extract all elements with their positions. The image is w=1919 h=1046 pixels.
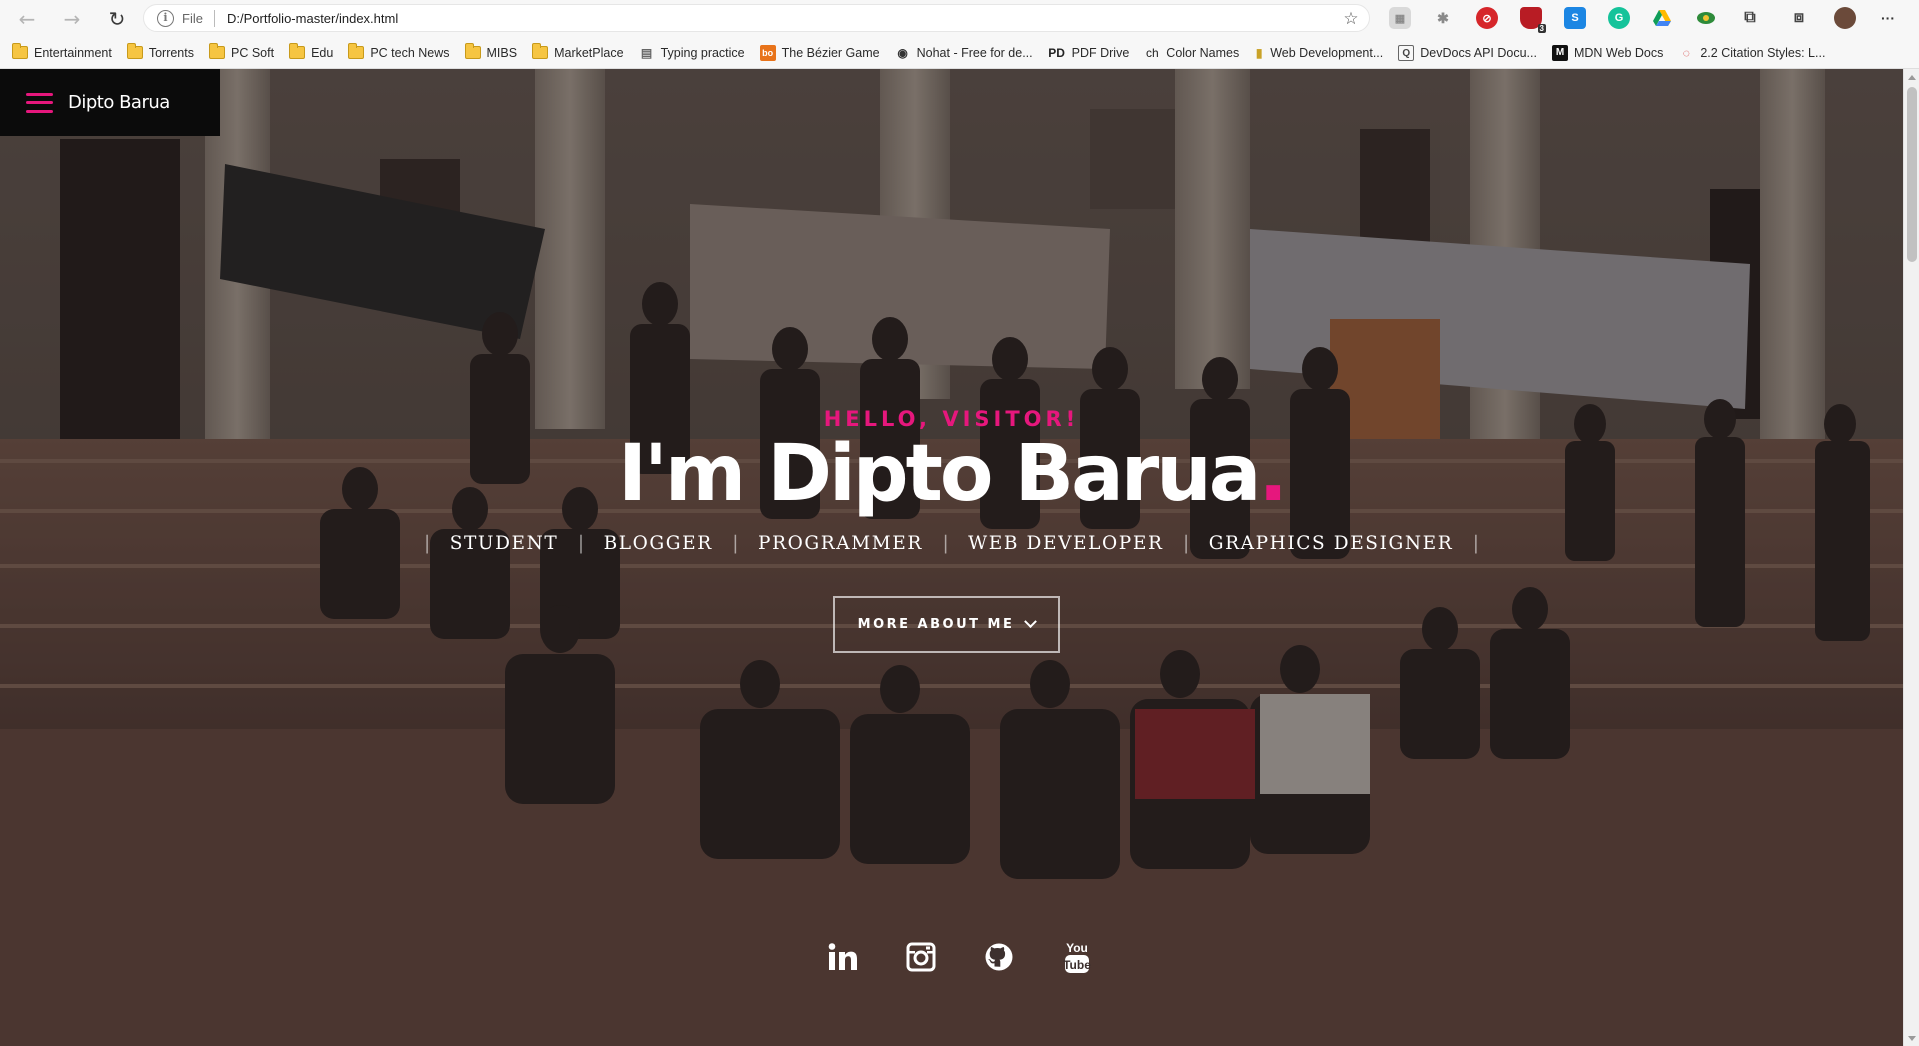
- reload-button[interactable]: ↻: [104, 6, 130, 32]
- devdocs-icon: Q: [1398, 44, 1415, 61]
- bookmark-edu[interactable]: Edu: [289, 41, 333, 65]
- role-separator: |: [1182, 533, 1190, 554]
- bug-extension-icon[interactable]: ✱: [1432, 7, 1454, 29]
- bookmark-entertainment[interactable]: Entertainment: [12, 41, 112, 65]
- hero-headline-text: I'm Dipto Barua: [617, 429, 1261, 519]
- citation-icon: ◌: [1682, 45, 1690, 60]
- bookmark-citation-styles[interactable]: ◌ 2.2 Citation Styles: L...: [1678, 41, 1826, 65]
- translate-extension-icon[interactable]: ▦: [1389, 7, 1411, 29]
- role-item: BLOGGER: [603, 533, 713, 554]
- linkedin-icon[interactable]: [828, 939, 858, 975]
- role-separator: |: [577, 533, 585, 554]
- bezier-game-icon: bo: [759, 44, 776, 61]
- folder-icon: [464, 43, 481, 59]
- role-separator: |: [942, 533, 949, 554]
- grammarly-extension-icon[interactable]: G: [1608, 7, 1630, 29]
- typing-icon: ▤: [640, 45, 653, 60]
- role-separator: |: [732, 533, 739, 554]
- bookmark-mdn[interactable]: M MDN Web Docs: [1551, 41, 1663, 65]
- web-dev-icon: ▮: [1255, 45, 1263, 60]
- brand-bar: Dipto Barua: [0, 69, 220, 136]
- scroll-down-arrow-icon[interactable]: [1904, 1030, 1919, 1046]
- role-item: PROGRAMMER: [758, 533, 923, 554]
- green-extension-icon[interactable]: [1695, 7, 1717, 29]
- hero-dark-overlay: [0, 69, 1903, 1046]
- address-bar[interactable]: i File D:/Portfolio-master/index.html ☆: [143, 4, 1370, 32]
- bookmark-color-names[interactable]: ch Color Names: [1144, 41, 1239, 65]
- chevron-down-icon: [1024, 615, 1038, 629]
- bookmark-nohat[interactable]: ◉ Nohat - Free for de...: [895, 41, 1032, 65]
- svg-text:You: You: [1066, 941, 1088, 955]
- bookmark-devdocs[interactable]: Q DevDocs API Docu...: [1398, 41, 1537, 65]
- puzzle-extensions-icon[interactable]: ⧉: [1739, 7, 1761, 29]
- drive-extension-icon[interactable]: [1651, 7, 1673, 29]
- role-separator: |: [1472, 533, 1480, 554]
- scroll-up-arrow-icon[interactable]: [1904, 69, 1919, 85]
- block-extension-icon[interactable]: ⊘: [1476, 7, 1498, 29]
- url-divider: [214, 10, 215, 27]
- bookmark-web-development[interactable]: ▮ Web Development...: [1254, 41, 1383, 65]
- more-about-me-button[interactable]: MORE ABOUT ME: [833, 596, 1060, 653]
- page-scrollbar[interactable]: [1903, 69, 1919, 1046]
- menu-button[interactable]: ···: [1877, 7, 1899, 29]
- collections-icon[interactable]: ⧈: [1788, 7, 1810, 29]
- pdf-drive-icon: PD: [1048, 45, 1065, 60]
- folder-icon: [348, 43, 365, 59]
- eye-icon: ◉: [897, 45, 908, 60]
- social-links: You Tube: [0, 939, 1903, 975]
- brand-name[interactable]: Dipto Barua: [68, 92, 170, 113]
- bookmark-pdf-drive[interactable]: PD PDF Drive: [1048, 41, 1129, 65]
- bookmarks-bar: Entertainment Torrents PC Soft Edu PC te…: [0, 37, 1919, 69]
- role-item: GRAPHICS DESIGNER: [1208, 533, 1454, 554]
- folder-icon: [289, 43, 306, 59]
- more-about-me-label: MORE ABOUT ME: [857, 617, 1015, 632]
- site-info-icon[interactable]: i: [157, 10, 174, 27]
- url-text[interactable]: D:/Portfolio-master/index.html: [227, 11, 398, 26]
- back-button[interactable]: ←: [14, 6, 40, 32]
- github-icon[interactable]: [984, 939, 1014, 975]
- bookmark-torrents[interactable]: Torrents: [126, 41, 194, 65]
- bookmark-bezier-game[interactable]: bo The Bézier Game: [759, 41, 880, 65]
- browser-toolbar: ← → ↻ i File D:/Portfolio-master/index.h…: [0, 0, 1919, 37]
- mdn-icon: M: [1551, 44, 1568, 61]
- youtube-icon[interactable]: You Tube: [1062, 939, 1092, 975]
- bookmark-pc-tech-news[interactable]: PC tech News: [348, 41, 450, 65]
- scroll-thumb[interactable]: [1907, 87, 1917, 262]
- ublock-extension-icon[interactable]: 3: [1520, 7, 1546, 33]
- extension-badge: 3: [1537, 24, 1546, 33]
- profile-avatar[interactable]: [1834, 7, 1856, 29]
- hero-roles: | STUDENT | BLOGGER | PROGRAMMER | WEB D…: [0, 533, 1903, 554]
- bookmark-mibs[interactable]: MIBS: [464, 41, 517, 65]
- role-item: STUDENT: [449, 533, 559, 554]
- folder-icon: [126, 43, 143, 59]
- role-separator: |: [423, 533, 431, 554]
- role-item: WEB DEVELOPER: [968, 533, 1164, 554]
- folder-icon: [208, 43, 225, 59]
- bookmark-pc-soft[interactable]: PC Soft: [208, 41, 274, 65]
- s-extension-icon[interactable]: S: [1564, 7, 1586, 29]
- hero-section: Dipto Barua HELLO, VISITOR! I'm Dipto Ba…: [0, 69, 1903, 1046]
- hero-headline-dot: .: [1258, 429, 1288, 519]
- forward-button[interactable]: →: [59, 6, 85, 32]
- color-names-icon: ch: [1145, 45, 1159, 60]
- hero-headline: I'm Dipto Barua.: [0, 429, 1903, 520]
- hero-greeting: HELLO, VISITOR!: [823, 407, 1080, 431]
- add-favorite-icon[interactable]: ☆: [1341, 9, 1361, 29]
- bookmark-typing-practice[interactable]: ▤ Typing practice: [639, 41, 745, 65]
- bookmark-marketplace[interactable]: MarketPlace: [532, 41, 624, 65]
- hamburger-menu-icon[interactable]: [26, 92, 53, 113]
- url-scheme: File: [182, 11, 203, 26]
- folder-icon: [532, 43, 549, 59]
- svg-text:Tube: Tube: [1063, 958, 1091, 972]
- folder-icon: [12, 43, 28, 59]
- instagram-icon[interactable]: [906, 939, 936, 975]
- page-viewport: Dipto Barua HELLO, VISITOR! I'm Dipto Ba…: [0, 69, 1903, 1046]
